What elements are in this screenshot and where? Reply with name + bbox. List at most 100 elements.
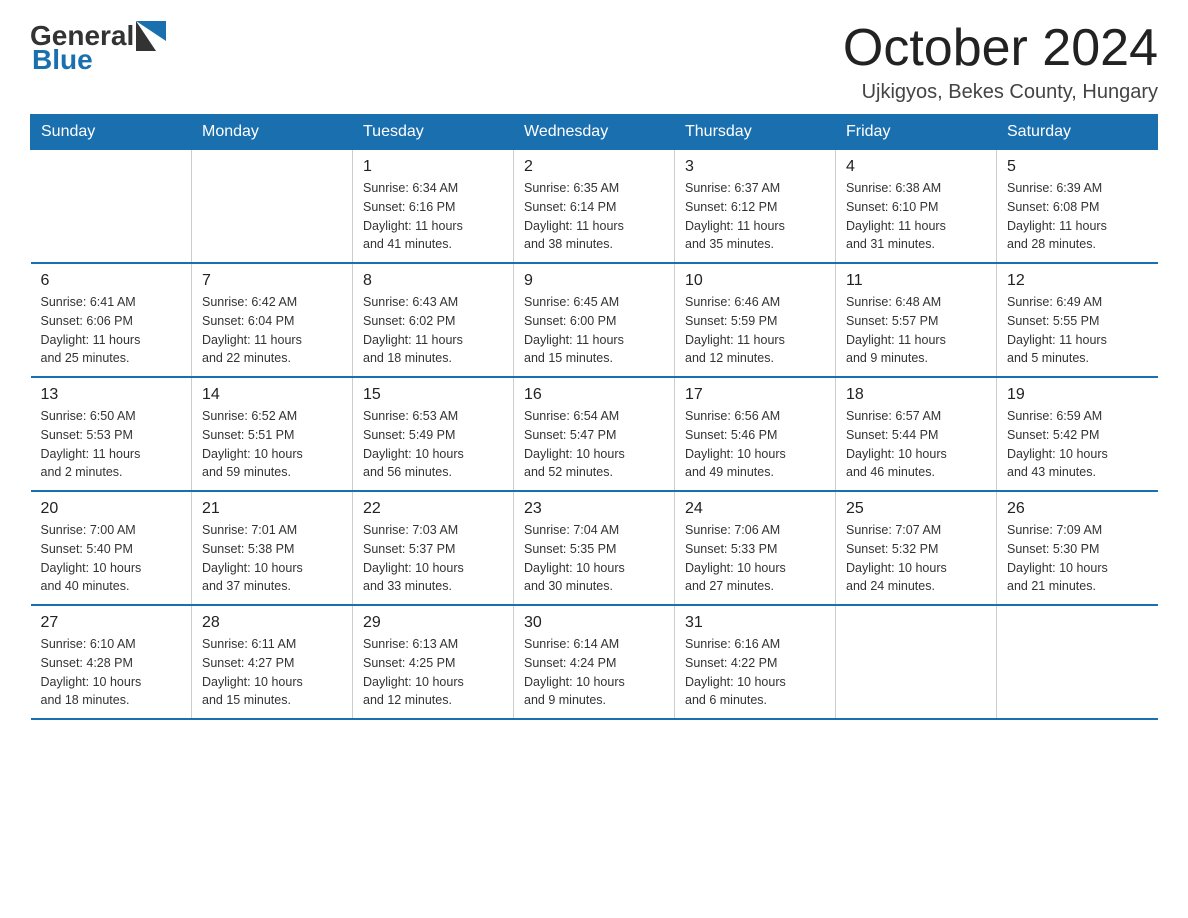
calendar-day-cell: 16 Sunrise: 6:54 AM Sunset: 5:47 PM Dayli… [514,377,675,491]
day-number: 21 [202,500,342,518]
calendar-day-cell: 21 Sunrise: 7:01 AM Sunset: 5:38 PM Dayli… [192,491,353,605]
logo-blue: Blue [32,44,93,76]
weekday-header: Saturday [997,115,1158,150]
calendar-day-cell: 1 Sunrise: 6:34 AM Sunset: 6:16 PM Daylig… [353,150,514,264]
day-info: Sunrise: 6:14 AM Sunset: 4:24 PM Dayligh… [524,635,664,710]
day-number: 7 [202,272,342,290]
day-info: Sunrise: 7:04 AM Sunset: 5:35 PM Dayligh… [524,521,664,596]
weekday-header: Thursday [675,115,836,150]
day-number: 2 [524,158,664,176]
day-info: Sunrise: 6:45 AM Sunset: 6:00 PM Dayligh… [524,293,664,368]
calendar-week-row: 20 Sunrise: 7:00 AM Sunset: 5:40 PM Dayli… [31,491,1158,605]
day-number: 23 [524,500,664,518]
calendar-day-cell: 20 Sunrise: 7:00 AM Sunset: 5:40 PM Dayli… [31,491,192,605]
calendar-day-cell: 27Sunrise: 6:10 AM Sunset: 4:28 PM Dayli… [31,605,192,719]
day-info: Sunrise: 7:06 AM Sunset: 5:33 PM Dayligh… [685,521,825,596]
calendar-day-cell: 26 Sunrise: 7:09 AM Sunset: 5:30 PM Dayli… [997,491,1158,605]
day-number: 6 [41,272,182,290]
calendar-week-row: 27Sunrise: 6:10 AM Sunset: 4:28 PM Dayli… [31,605,1158,719]
calendar-day-cell: 30 Sunrise: 6:14 AM Sunset: 4:24 PM Dayli… [514,605,675,719]
day-number: 11 [846,272,986,290]
day-number: 26 [1007,500,1148,518]
day-number: 29 [363,614,503,632]
calendar-day-cell: 13 Sunrise: 6:50 AM Sunset: 5:53 PM Dayli… [31,377,192,491]
day-number: 8 [363,272,503,290]
calendar-day-cell: 8Sunrise: 6:43 AM Sunset: 6:02 PM Daylig… [353,263,514,377]
day-info: Sunrise: 7:03 AM Sunset: 5:37 PM Dayligh… [363,521,503,596]
day-number: 27 [41,614,182,632]
day-number: 3 [685,158,825,176]
day-info: Sunrise: 6:35 AM Sunset: 6:14 PM Dayligh… [524,179,664,254]
day-number: 10 [685,272,825,290]
day-number: 22 [363,500,503,518]
day-info: Sunrise: 6:48 AM Sunset: 5:57 PM Dayligh… [846,293,986,368]
day-number: 18 [846,386,986,404]
day-info: Sunrise: 6:42 AM Sunset: 6:04 PM Dayligh… [202,293,342,368]
weekday-header: Friday [836,115,997,150]
day-number: 14 [202,386,342,404]
day-info: Sunrise: 6:39 AM Sunset: 6:08 PM Dayligh… [1007,179,1148,254]
weekday-header: Sunday [31,115,192,150]
day-number: 25 [846,500,986,518]
day-number: 15 [363,386,503,404]
calendar-day-cell: 10 Sunrise: 6:46 AM Sunset: 5:59 PM Dayli… [675,263,836,377]
calendar-day-cell [836,605,997,719]
day-info: Sunrise: 6:56 AM Sunset: 5:46 PM Dayligh… [685,407,825,482]
calendar-table: SundayMondayTuesdayWednesdayThursdayFrid… [30,114,1158,720]
calendar-day-cell: 23 Sunrise: 7:04 AM Sunset: 5:35 PM Dayli… [514,491,675,605]
day-info: Sunrise: 6:16 AM Sunset: 4:22 PM Dayligh… [685,635,825,710]
day-number: 16 [524,386,664,404]
calendar-day-cell: 28Sunrise: 6:11 AM Sunset: 4:27 PM Dayli… [192,605,353,719]
calendar-body: 1 Sunrise: 6:34 AM Sunset: 6:16 PM Daylig… [31,150,1158,720]
day-info: Sunrise: 6:41 AM Sunset: 6:06 PM Dayligh… [41,293,182,368]
calendar-day-cell: 25 Sunrise: 7:07 AM Sunset: 5:32 PM Dayli… [836,491,997,605]
day-number: 4 [846,158,986,176]
day-info: Sunrise: 7:09 AM Sunset: 5:30 PM Dayligh… [1007,521,1148,596]
calendar-day-cell: 22 Sunrise: 7:03 AM Sunset: 5:37 PM Dayli… [353,491,514,605]
day-info: Sunrise: 6:54 AM Sunset: 5:47 PM Dayligh… [524,407,664,482]
calendar-day-cell: 11 Sunrise: 6:48 AM Sunset: 5:57 PM Dayli… [836,263,997,377]
day-info: Sunrise: 6:38 AM Sunset: 6:10 PM Dayligh… [846,179,986,254]
logo: General Blue [30,20,166,76]
calendar-day-cell [997,605,1158,719]
weekday-header: Tuesday [353,115,514,150]
page-title: October 2024 [843,20,1158,77]
day-info: Sunrise: 6:52 AM Sunset: 5:51 PM Dayligh… [202,407,342,482]
calendar-day-cell: 2 Sunrise: 6:35 AM Sunset: 6:14 PM Daylig… [514,150,675,264]
day-info: Sunrise: 6:49 AM Sunset: 5:55 PM Dayligh… [1007,293,1148,368]
day-info: Sunrise: 6:59 AM Sunset: 5:42 PM Dayligh… [1007,407,1148,482]
day-info: Sunrise: 6:46 AM Sunset: 5:59 PM Dayligh… [685,293,825,368]
calendar-day-cell: 24 Sunrise: 7:06 AM Sunset: 5:33 PM Dayli… [675,491,836,605]
day-info: Sunrise: 6:57 AM Sunset: 5:44 PM Dayligh… [846,407,986,482]
calendar-week-row: 13 Sunrise: 6:50 AM Sunset: 5:53 PM Dayli… [31,377,1158,491]
day-number: 13 [41,386,182,404]
day-number: 30 [524,614,664,632]
subtitle: Ujkigyos, Bekes County, Hungary [843,81,1158,104]
day-info: Sunrise: 7:00 AM Sunset: 5:40 PM Dayligh… [41,521,182,596]
day-number: 17 [685,386,825,404]
day-number: 28 [202,614,342,632]
day-number: 24 [685,500,825,518]
day-number: 20 [41,500,182,518]
day-number: 5 [1007,158,1148,176]
calendar-day-cell: 4 Sunrise: 6:38 AM Sunset: 6:10 PM Daylig… [836,150,997,264]
day-number: 31 [685,614,825,632]
calendar-week-row: 1 Sunrise: 6:34 AM Sunset: 6:16 PM Daylig… [31,150,1158,264]
title-section: October 2024 Ujkigyos, Bekes County, Hun… [843,20,1158,104]
calendar-day-cell: 5 Sunrise: 6:39 AM Sunset: 6:08 PM Daylig… [997,150,1158,264]
calendar-day-cell [31,150,192,264]
day-info: Sunrise: 7:07 AM Sunset: 5:32 PM Dayligh… [846,521,986,596]
day-number: 12 [1007,272,1148,290]
day-info: Sunrise: 6:34 AM Sunset: 6:16 PM Dayligh… [363,179,503,254]
calendar-day-cell: 19Sunrise: 6:59 AM Sunset: 5:42 PM Dayli… [997,377,1158,491]
weekday-header: Monday [192,115,353,150]
day-info: Sunrise: 7:01 AM Sunset: 5:38 PM Dayligh… [202,521,342,596]
calendar-day-cell: 14 Sunrise: 6:52 AM Sunset: 5:51 PM Dayli… [192,377,353,491]
calendar-header: SundayMondayTuesdayWednesdayThursdayFrid… [31,115,1158,150]
calendar-day-cell: 9Sunrise: 6:45 AM Sunset: 6:00 PM Daylig… [514,263,675,377]
day-number: 1 [363,158,503,176]
calendar-day-cell: 7 Sunrise: 6:42 AM Sunset: 6:04 PM Daylig… [192,263,353,377]
calendar-day-cell: 15Sunrise: 6:53 AM Sunset: 5:49 PM Dayli… [353,377,514,491]
day-info: Sunrise: 6:50 AM Sunset: 5:53 PM Dayligh… [41,407,182,482]
calendar-day-cell: 29Sunrise: 6:13 AM Sunset: 4:25 PM Dayli… [353,605,514,719]
